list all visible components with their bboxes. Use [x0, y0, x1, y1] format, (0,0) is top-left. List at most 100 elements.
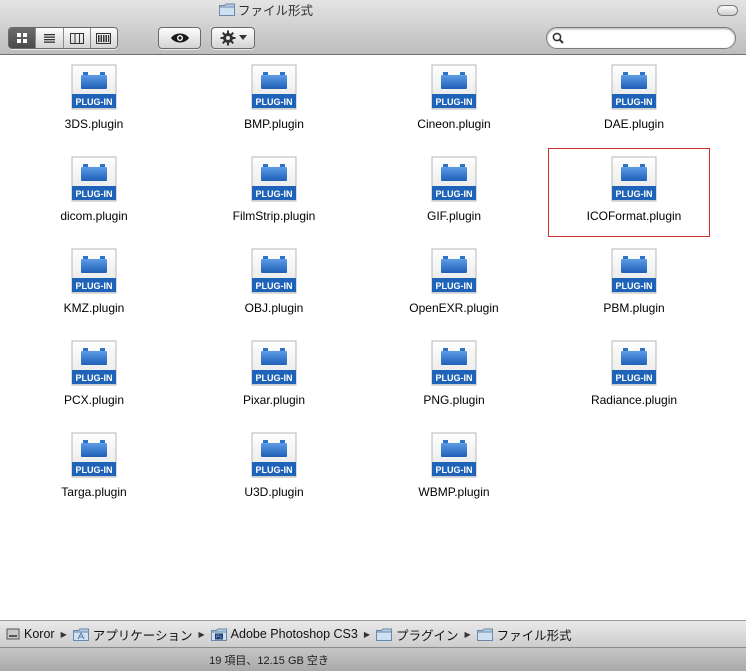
search-icon [552, 32, 564, 44]
file-item-label: BMP.plugin [244, 117, 304, 131]
plugin-badge-text: PLUG-IN [256, 97, 293, 107]
path-crumb-label: プラグイン [396, 628, 459, 643]
plugin-icon: PLUG-IN [611, 248, 657, 294]
toolbar-toggle-button[interactable] [717, 5, 738, 16]
chevron-right-icon: ▶ [60, 629, 67, 639]
file-item[interactable]: PLUG-IN Pixar.plugin [184, 338, 364, 430]
file-item[interactable]: PLUG-IN PNG.plugin [364, 338, 544, 430]
file-item[interactable]: PLUG-IN dicom.plugin [4, 154, 184, 246]
action-menu-button[interactable] [211, 27, 255, 49]
folder-icon [219, 3, 235, 16]
list-view-icon [43, 33, 55, 43]
plugin-icon: PLUG-IN [251, 156, 297, 202]
plugin-badge-text: PLUG-IN [256, 281, 293, 291]
plugin-icon: PLUG-IN [611, 340, 657, 386]
list-view-button[interactable] [36, 28, 64, 48]
path-crumb[interactable]: アプリケーション [72, 625, 193, 644]
plugin-icon: PLUG-IN [431, 248, 477, 294]
file-grid: PLUG-IN 3DS.plugin PLUG-IN BMP.plugin PL… [4, 62, 724, 522]
coverflow-view-icon [96, 32, 112, 44]
plugin-icon: PLUG-IN [431, 156, 477, 202]
plugin-badge-text: PLUG-IN [256, 373, 293, 383]
path-crumb-label: アプリケーション [92, 628, 193, 643]
folder-icon [376, 628, 392, 641]
plugin-badge-text: PLUG-IN [256, 465, 293, 475]
plugin-icon: PLUG-IN [251, 248, 297, 294]
folder-icon [476, 628, 493, 641]
file-item-label: PCX.plugin [63, 393, 125, 407]
applications-folder-icon [72, 628, 89, 641]
file-item-label: FilmStrip.plugin [232, 209, 316, 223]
toolbar: ファイル形式 [0, 0, 746, 55]
quick-look-button[interactable] [158, 27, 201, 49]
path-crumb-label: ファイル形式 [496, 628, 572, 643]
icon-view-area: PLUG-IN 3DS.plugin PLUG-IN BMP.plugin PL… [0, 56, 746, 620]
file-item-label: WBMP.plugin [418, 485, 490, 499]
file-item[interactable]: PLUG-IN 3DS.plugin [4, 62, 184, 154]
search-field[interactable] [546, 27, 736, 49]
file-item[interactable]: PLUG-IN Targa.plugin [4, 430, 184, 522]
plugin-badge-text: PLUG-IN [616, 281, 653, 291]
file-item-label: 3DS.plugin [64, 117, 124, 131]
chevron-right-icon: ▶ [198, 629, 205, 639]
file-item[interactable]: PLUG-IN PBM.plugin [544, 246, 724, 338]
file-item-label: PBM.plugin [603, 301, 665, 315]
chevron-down-icon [238, 35, 247, 40]
file-item-label: Targa.plugin [61, 485, 127, 499]
svg-text:Ps: Ps [216, 634, 222, 640]
plugin-badge-text: PLUG-IN [76, 281, 113, 291]
icon-view-button[interactable] [9, 28, 37, 48]
plugin-icon: PLUG-IN [71, 156, 117, 202]
file-item[interactable]: PLUG-IN DAE.plugin [544, 62, 724, 154]
plugin-icon: PLUG-IN [251, 432, 297, 478]
file-item[interactable]: PLUG-IN Radiance.plugin [544, 338, 724, 430]
plugin-icon: PLUG-IN [611, 156, 657, 202]
file-item-label: KMZ.plugin [63, 301, 125, 315]
file-item[interactable]: PLUG-IN U3D.plugin [184, 430, 364, 522]
path-crumb[interactable]: ファイル形式 [476, 625, 572, 644]
plugin-badge-text: PLUG-IN [436, 281, 473, 291]
gear-icon [220, 30, 235, 46]
file-item-label: dicom.plugin [60, 209, 128, 223]
plugin-icon: PLUG-IN [71, 64, 117, 110]
file-item[interactable]: PLUG-IN OpenEXR.plugin [364, 246, 544, 338]
plugin-badge-text: PLUG-IN [436, 97, 473, 107]
path-crumb-label: Adobe Photoshop CS3 [230, 627, 358, 641]
search-input[interactable] [567, 29, 735, 47]
file-item[interactable]: PLUG-IN KMZ.plugin [4, 246, 184, 338]
column-view-button[interactable] [63, 28, 91, 48]
eye-icon [170, 33, 189, 43]
plugin-badge-text: PLUG-IN [76, 465, 113, 475]
file-item[interactable]: PLUG-IN ICOFormat.plugin [544, 148, 724, 246]
file-item[interactable]: PLUG-IN OBJ.plugin [184, 246, 364, 338]
plugin-icon: PLUG-IN [71, 340, 117, 386]
plugin-badge-text: PLUG-IN [76, 189, 113, 199]
file-item[interactable]: PLUG-IN Cineon.plugin [364, 62, 544, 154]
window-title: ファイル形式 [238, 4, 314, 18]
plugin-badge-text: PLUG-IN [436, 465, 473, 475]
path-crumb[interactable]: プラグイン [376, 625, 459, 644]
path-crumb-label: Koror [24, 627, 55, 641]
plugin-icon: PLUG-IN [431, 340, 477, 386]
path-crumb[interactable]: Ps Adobe Photoshop CS3 [210, 627, 358, 641]
path-crumb[interactable]: Koror [6, 627, 55, 641]
plugin-badge-text: PLUG-IN [616, 189, 653, 199]
status-bar: 19 項目、12.15 GB 空き [0, 647, 746, 671]
file-item-label: DAE.plugin [603, 117, 665, 131]
view-mode-segmented-control [8, 27, 118, 49]
file-item-label: Radiance.plugin [590, 393, 678, 407]
file-item[interactable]: PLUG-IN PCX.plugin [4, 338, 184, 430]
hard-drive-icon [6, 627, 20, 641]
file-item[interactable]: PLUG-IN GIF.plugin [364, 154, 544, 246]
file-item[interactable]: PLUG-IN BMP.plugin [184, 62, 364, 154]
file-item[interactable]: PLUG-IN FilmStrip.plugin [184, 154, 364, 246]
photoshop-folder-icon: Ps [210, 628, 227, 641]
plugin-badge-text: PLUG-IN [256, 189, 293, 199]
file-item-label: PNG.plugin [423, 393, 485, 407]
file-item[interactable]: PLUG-IN WBMP.plugin [364, 430, 544, 522]
plugin-badge-text: PLUG-IN [436, 189, 473, 199]
chevron-right-icon: ▶ [363, 629, 370, 639]
status-text: 19 項目、12.15 GB 空き [209, 654, 329, 667]
plugin-badge-text: PLUG-IN [436, 373, 473, 383]
coverflow-view-button[interactable] [90, 28, 117, 48]
